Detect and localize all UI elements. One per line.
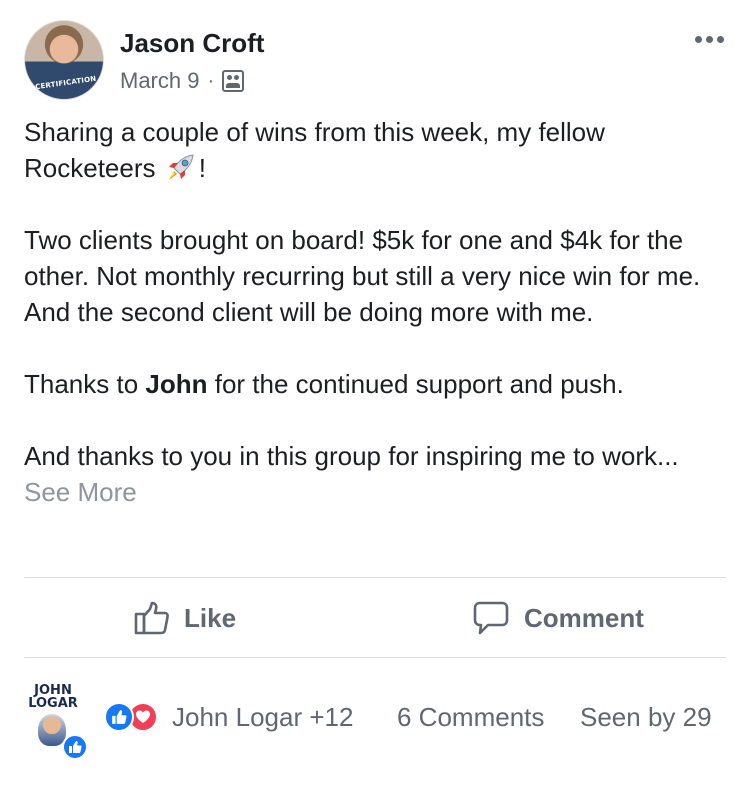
group-audience-icon — [222, 70, 245, 92]
comment-label: Comment — [524, 602, 644, 633]
liker-avatar[interactable]: JOHN LOGAR — [28, 684, 88, 760]
post-line-1: Sharing a couple of wins from this week,… — [24, 117, 605, 147]
divider-bottom — [24, 657, 726, 658]
thumbs-up-outline-icon — [134, 601, 169, 635]
post-body: Sharing a couple of wins from this week,… — [24, 114, 724, 510]
thanks-rest-text: for the continued support and push. — [207, 369, 624, 399]
reactors-text[interactable]: John Logar +12 — [172, 702, 353, 733]
comments-count[interactable]: 6 Comments — [397, 702, 544, 733]
post-paragraph-4: And thanks to you in this group for insp… — [24, 438, 724, 510]
post-header: CERTIFICATION Jason Croft March 9 · — [24, 20, 726, 100]
more-horizontal-icon[interactable] — [695, 36, 724, 43]
rocketeers-text: Rocketeers — [24, 153, 156, 183]
paragraph-4-text: And thanks to you in this group for insp… — [24, 441, 679, 471]
author-avatar[interactable]: CERTIFICATION — [24, 20, 104, 100]
like-reaction-icon — [104, 702, 134, 732]
post-meta: March 9 · — [120, 68, 245, 94]
avatar-shirt-text: CERTIFICATION — [34, 74, 97, 92]
liker-logo-line-2: LOGAR — [28, 696, 78, 711]
liker-like-badge-icon — [62, 734, 88, 760]
author-name[interactable]: Jason Croft — [120, 28, 264, 59]
meta-separator: · — [207, 69, 215, 92]
post-paragraph-3: Thanks to John for the continued support… — [24, 366, 724, 402]
see-more-link[interactable]: See More — [24, 477, 137, 507]
post-actions: Like Comment — [24, 579, 726, 657]
post-paragraph-2: Two clients brought on board! $5k for on… — [24, 225, 701, 327]
post-footer: JOHN LOGAR John Logar +12 6 Comments See… — [24, 670, 726, 760]
speech-bubble-icon — [473, 601, 509, 635]
liker-logo: JOHN LOGAR — [28, 684, 78, 710]
like-button[interactable]: Like — [134, 579, 236, 657]
reactions-summary[interactable] — [104, 702, 158, 732]
mention-john[interactable]: John — [145, 369, 207, 399]
post-date[interactable]: March 9 — [120, 68, 199, 94]
divider-top — [24, 577, 726, 578]
exclaim-text: ! — [198, 153, 206, 183]
comment-button[interactable]: Comment — [472, 579, 644, 657]
post-line-2: Rocketeers ! — [24, 150, 724, 186]
rocket-emoji-icon — [168, 154, 194, 180]
seen-by-count[interactable]: Seen by 29 — [580, 702, 712, 733]
thanks-text: Thanks to — [24, 369, 146, 399]
liker-photo — [38, 714, 66, 746]
like-label: Like — [184, 602, 237, 633]
